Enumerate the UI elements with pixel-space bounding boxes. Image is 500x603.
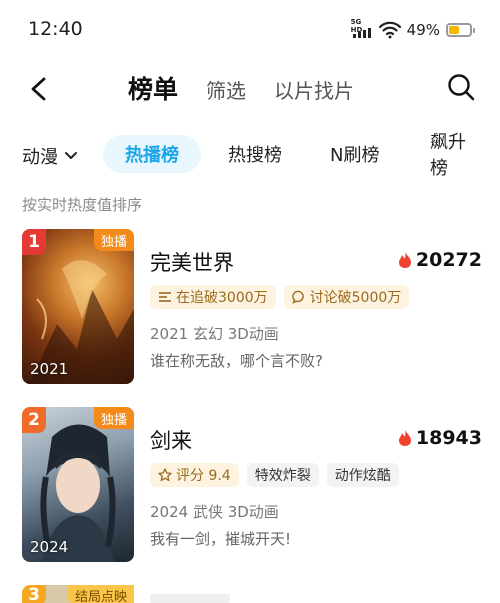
chip-rising[interactable]: 飙升榜 xyxy=(408,132,500,179)
list-item[interactable]: 2 独播 2024 剑来 18943 评分 9.4 特效炸裂 动作炫酷 2024… xyxy=(22,407,482,567)
tag-text: 评分 9.4 xyxy=(176,468,231,484)
list-icon xyxy=(159,292,171,302)
search-icon[interactable] xyxy=(446,72,476,102)
chip-hot-search[interactable]: 热搜榜 xyxy=(206,135,304,173)
sort-hint: 按实时热度值排序 xyxy=(22,196,143,214)
show-meta: 2021 玄幻 3D动画 xyxy=(150,325,279,343)
back-arrow-icon[interactable] xyxy=(22,72,56,106)
chat-icon xyxy=(291,290,304,304)
chip-rewatch[interactable]: N刷榜 xyxy=(308,135,401,173)
heat-value: 20272 xyxy=(415,249,482,271)
show-meta: 2024 武侠 3D动画 xyxy=(150,503,279,521)
tag-row: 在追破3000万 讨论破5000万 xyxy=(150,285,410,309)
nav-header: 榜单 筛选 以片找片 xyxy=(0,66,500,112)
poster-year: 2024 xyxy=(30,538,69,556)
show-description: 我有一剑，摧城开天! xyxy=(150,530,292,548)
heat-value: 18943 xyxy=(415,427,482,449)
header-tabs: 榜单 筛选 以片找片 xyxy=(128,70,354,106)
list-item-partial[interactable]: 3 结局点映 xyxy=(22,585,134,603)
partial-title-placeholder xyxy=(150,594,230,603)
show-description: 谁在称无敌，哪个言不败? xyxy=(150,352,323,370)
tab-filter[interactable]: 筛选 xyxy=(206,75,246,104)
finale-badge: 结局点映 xyxy=(67,585,134,603)
rank-badge: 3 xyxy=(22,585,46,603)
chevron-down-icon xyxy=(65,152,77,159)
tag-action: 动作炫酷 xyxy=(326,463,399,487)
chip-hot-play[interactable]: 热播榜 xyxy=(103,135,201,173)
tag-followers: 在追破3000万 xyxy=(150,285,276,309)
tag-effects: 特效炸裂 xyxy=(246,463,319,487)
show-title[interactable]: 完美世界 xyxy=(150,247,234,277)
category-dropdown[interactable]: 动漫 xyxy=(22,143,78,169)
rank-badge: 1 xyxy=(22,229,46,255)
status-time: 12:40 xyxy=(28,18,83,40)
filter-row: 动漫 热播榜 热搜榜 N刷榜 飙升榜 xyxy=(0,132,500,179)
poster-image: 2 独播 2024 xyxy=(22,407,134,562)
tab-ranking[interactable]: 榜单 xyxy=(128,70,178,106)
battery-icon xyxy=(446,23,475,37)
tag-discussion: 讨论破5000万 xyxy=(283,285,410,309)
heat-score: 18943 xyxy=(398,427,482,449)
list-item[interactable]: 1 独播 2021 完美世界 20272 在追破3000万 讨论破5000万 2… xyxy=(22,229,482,389)
tab-find-by-show[interactable]: 以片找片 xyxy=(274,75,354,104)
flame-icon xyxy=(398,430,411,446)
poster-image: 1 独播 2021 xyxy=(22,229,134,384)
rank-badge: 2 xyxy=(22,407,46,433)
exclusive-badge: 独播 xyxy=(93,229,134,251)
poster-year: 2021 xyxy=(30,360,69,378)
status-icons: 5G HD 49% xyxy=(351,18,475,40)
tag-row: 评分 9.4 特效炸裂 动作炫酷 xyxy=(150,463,399,487)
signal-icon: 5G HD xyxy=(351,18,373,40)
star-icon xyxy=(158,468,172,482)
tag-rating: 评分 9.4 xyxy=(150,463,239,487)
battery-percent: 49% xyxy=(406,21,440,39)
tag-text: 讨论破5000万 xyxy=(309,290,402,306)
tag-text: 在追破3000万 xyxy=(176,290,268,306)
flame-icon xyxy=(398,252,411,268)
wifi-icon xyxy=(378,21,401,39)
show-title[interactable]: 剑来 xyxy=(150,425,192,455)
heat-score: 20272 xyxy=(398,249,482,271)
status-bar: 12:40 5G HD 49% xyxy=(0,0,500,60)
exclusive-badge: 独播 xyxy=(93,407,134,429)
category-label: 动漫 xyxy=(22,147,58,168)
